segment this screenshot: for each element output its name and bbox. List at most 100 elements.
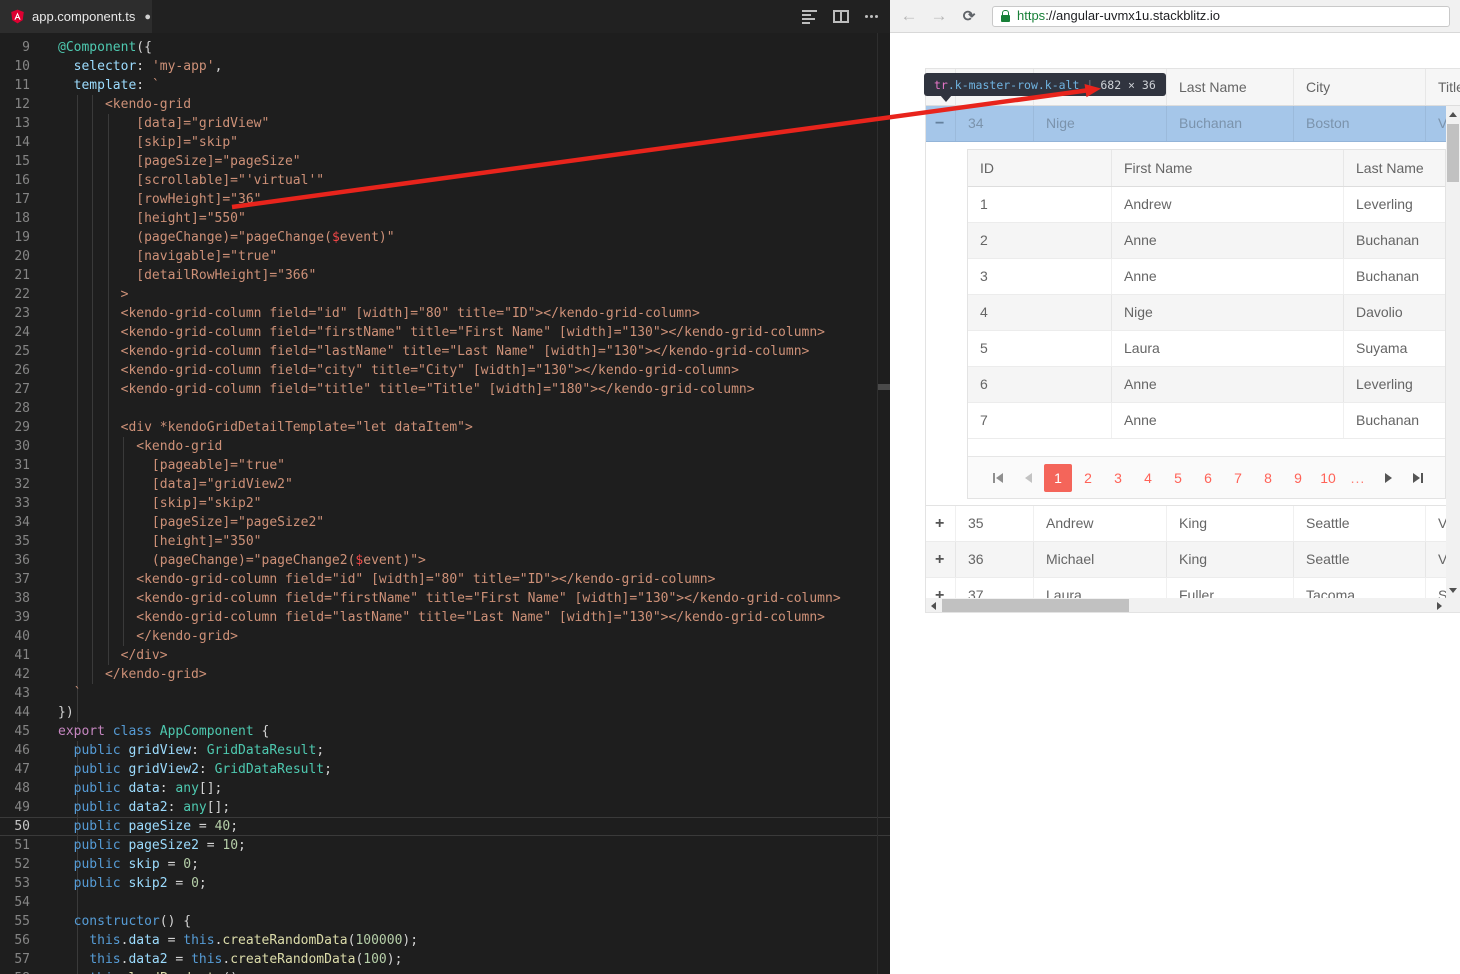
code-line[interactable]: 18 [height]="550" <box>0 209 890 228</box>
code-line[interactable]: 46 public gridView: GridDataResult; <box>0 741 890 760</box>
page-button-2[interactable]: 2 <box>1074 464 1102 492</box>
code-line[interactable]: 33 [skip]="skip2" <box>0 494 890 513</box>
split-editor-icon[interactable] <box>833 10 849 23</box>
url-bar[interactable]: https://angular-uvmx1u.stackblitz.io <box>992 6 1450 27</box>
next-page-button[interactable] <box>1374 464 1402 492</box>
pager-ellipsis[interactable]: ... <box>1344 464 1372 492</box>
code-line[interactable]: 48 public data: any[]; <box>0 779 890 798</box>
code-line[interactable]: 10 selector: 'my-app', <box>0 57 890 76</box>
page-button-9[interactable]: 9 <box>1284 464 1312 492</box>
page-button-5[interactable]: 5 <box>1164 464 1192 492</box>
code-line[interactable]: 16 [scrollable]="'virtual'" <box>0 171 890 190</box>
scroll-down-icon[interactable] <box>1446 582 1460 598</box>
code-line[interactable]: 51 public pageSize2 = 10; <box>0 836 890 855</box>
code-line[interactable]: 19 (pageChange)="pageChange($event)" <box>0 228 890 247</box>
reload-icon[interactable]: ⟳ <box>954 7 984 25</box>
code-line[interactable]: 23 <kendo-grid-column field="id" [width]… <box>0 304 890 323</box>
page-button-1[interactable]: 1 <box>1044 464 1072 492</box>
detail-grid-row[interactable]: 7AnneBuchanan <box>968 403 1445 439</box>
code-line[interactable]: 11 template: ` <box>0 76 890 95</box>
expand-icon[interactable]: + <box>926 506 956 541</box>
first-page-button[interactable] <box>984 464 1012 492</box>
code-line[interactable]: 38 <kendo-grid-column field="firstName" … <box>0 589 890 608</box>
horizontal-scrollbar-thumb[interactable] <box>942 599 1129 612</box>
code-line[interactable]: 34 [pageSize]="pageSize2" <box>0 513 890 532</box>
collapse-icon[interactable]: − <box>926 106 956 141</box>
code-line[interactable]: 32 [data]="gridView2" <box>0 475 890 494</box>
page-button-7[interactable]: 7 <box>1224 464 1252 492</box>
code-line[interactable]: 39 <kendo-grid-column field="lastName" t… <box>0 608 890 627</box>
page-button-4[interactable]: 4 <box>1134 464 1162 492</box>
code-line[interactable]: 25 <kendo-grid-column field="lastName" t… <box>0 342 890 361</box>
code-line[interactable]: 14 [skip]="skip" <box>0 133 890 152</box>
master-grid-row[interactable]: +36MichaelKingSeattleV <box>926 542 1447 578</box>
code-line[interactable]: 13 [data]="gridView" <box>0 114 890 133</box>
scroll-right-icon[interactable] <box>1432 598 1447 613</box>
code-line[interactable]: 15 [pageSize]="pageSize" <box>0 152 890 171</box>
master-grid-row[interactable]: +35AndrewKingSeattleV <box>926 506 1447 542</box>
prev-page-button[interactable] <box>1014 464 1042 492</box>
detail-grid-row[interactable]: 5LauraSuyama <box>968 331 1445 367</box>
code-line[interactable]: 54 <box>0 893 890 912</box>
code-line[interactable]: 26 <kendo-grid-column field="city" title… <box>0 361 890 380</box>
code-line[interactable]: 43 ` <box>0 684 890 703</box>
master-grid-row[interactable]: −34NigeBuchananBostonV <box>926 106 1447 142</box>
code-line[interactable]: 36 (pageChange)="pageChange2($event)"> <box>0 551 890 570</box>
code-line[interactable]: 37 <kendo-grid-column field="id" [width]… <box>0 570 890 589</box>
code-line[interactable]: 41 </div> <box>0 646 890 665</box>
code-line[interactable]: 40 </kendo-grid> <box>0 627 890 646</box>
horizontal-scrollbar[interactable] <box>926 598 1447 613</box>
code-line[interactable]: 50 public pageSize = 40; <box>0 817 890 836</box>
page-button-6[interactable]: 6 <box>1194 464 1222 492</box>
code-line[interactable]: 31 [pageable]="true" <box>0 456 890 475</box>
detail-grid-row[interactable]: 2AnneBuchanan <box>968 223 1445 259</box>
editor-scrollbar-track[interactable] <box>877 33 878 974</box>
detail-grid-row[interactable]: 6AnneLeverling <box>968 367 1445 403</box>
page-button-3[interactable]: 3 <box>1104 464 1132 492</box>
code-line[interactable]: 9@Component({ <box>0 38 890 57</box>
back-icon[interactable]: ← <box>894 6 924 26</box>
scroll-up-icon[interactable] <box>1446 106 1460 122</box>
code-line[interactable]: 44}) <box>0 703 890 722</box>
detail-grid-row[interactable]: 3AnneBuchanan <box>968 259 1445 295</box>
code-text: > <box>40 285 128 304</box>
page-button-8[interactable]: 8 <box>1254 464 1282 492</box>
code-line[interactable]: 24 <kendo-grid-column field="firstName" … <box>0 323 890 342</box>
code-line[interactable]: 42 </kendo-grid> <box>0 665 890 684</box>
code-line[interactable]: 49 public data2: any[]; <box>0 798 890 817</box>
tab-app-component-ts[interactable]: app.component.ts ● <box>0 0 152 33</box>
code-line[interactable]: 17 [rowHeight]="36" <box>0 190 890 209</box>
code-line[interactable]: 47 public gridView2: GridDataResult; <box>0 760 890 779</box>
code-line[interactable]: 55 constructor() { <box>0 912 890 931</box>
expand-icon[interactable]: + <box>926 542 956 577</box>
code-line[interactable]: 29 <div *kendoGridDetailTemplate="let da… <box>0 418 890 437</box>
line-number: 13 <box>0 114 40 133</box>
code-line[interactable]: 12 <kendo-grid <box>0 95 890 114</box>
table-cell: Suyama <box>1344 331 1446 366</box>
code-line[interactable]: 27 <kendo-grid-column field="title" titl… <box>0 380 890 399</box>
code-line[interactable]: 58 this.loadProducts(); <box>0 969 890 974</box>
forward-icon[interactable]: → <box>924 6 954 26</box>
line-number: 39 <box>0 608 40 627</box>
code-line[interactable]: 28 <box>0 399 890 418</box>
code-line[interactable]: 57 this.data2 = this.createRandomData(10… <box>0 950 890 969</box>
page-button-10[interactable]: 10 <box>1314 464 1342 492</box>
code-line[interactable]: 22 > <box>0 285 890 304</box>
code-line[interactable]: 35 [height]="350" <box>0 532 890 551</box>
code-line[interactable]: 53 public skip2 = 0; <box>0 874 890 893</box>
vertical-scrollbar[interactable] <box>1446 106 1460 598</box>
vertical-scrollbar-thumb[interactable] <box>1447 124 1459 182</box>
code-line[interactable]: 56 this.data = this.createRandomData(100… <box>0 931 890 950</box>
code-line[interactable]: 52 public skip = 0; <box>0 855 890 874</box>
detail-grid-row[interactable]: 1AndrewLeverling <box>968 187 1445 223</box>
scroll-left-icon[interactable] <box>926 598 941 613</box>
last-page-button[interactable] <box>1404 464 1432 492</box>
code-line[interactable]: 21 [detailRowHeight]="366" <box>0 266 890 285</box>
code-line[interactable]: 20 [navigable]="true" <box>0 247 890 266</box>
more-actions-icon[interactable] <box>865 15 878 18</box>
outline-icon[interactable] <box>802 10 817 24</box>
code-line[interactable]: 45export class AppComponent { <box>0 722 890 741</box>
detail-grid-row[interactable]: 4NigeDavolio <box>968 295 1445 331</box>
code-area[interactable]: 9@Component({10 selector: 'my-app',11 te… <box>0 33 890 974</box>
code-line[interactable]: 30 <kendo-grid <box>0 437 890 456</box>
